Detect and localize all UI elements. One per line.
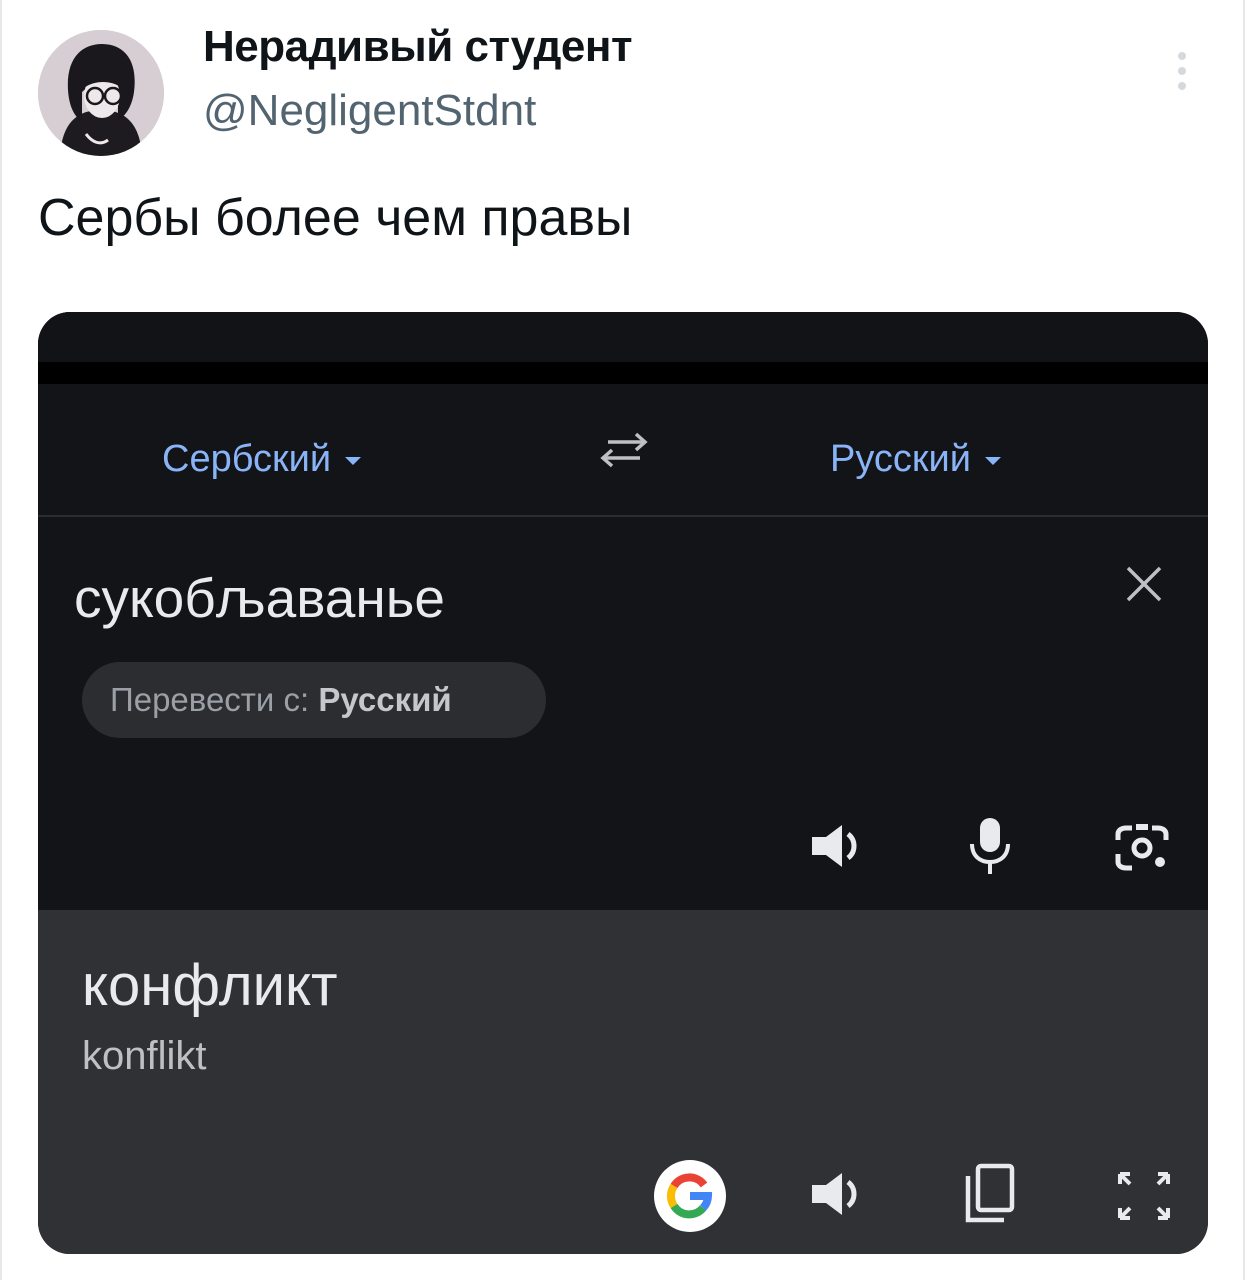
fullscreen-icon[interactable] xyxy=(1114,1170,1174,1222)
avatar[interactable] xyxy=(38,30,164,156)
google-search-button[interactable] xyxy=(654,1160,726,1232)
close-icon[interactable] xyxy=(1122,562,1166,606)
tweet-text: Сербы более чем правы xyxy=(38,189,633,247)
source-language-selector[interactable]: Сербский xyxy=(162,438,362,481)
chevron-down-icon xyxy=(345,456,362,465)
source-language-label: Сербский xyxy=(162,438,332,480)
target-language-label: Русский xyxy=(830,438,971,480)
divider xyxy=(38,515,1208,517)
detect-language: Русский xyxy=(318,681,452,718)
avatar-illustration xyxy=(38,30,164,156)
translation-result: конфликт xyxy=(82,953,338,1018)
author-name[interactable]: Нерадивый студент xyxy=(203,22,633,72)
speaker-icon[interactable] xyxy=(810,1170,866,1218)
author-handle[interactable]: @NegligentStdnt xyxy=(203,86,536,136)
more-icon[interactable] xyxy=(1170,46,1194,96)
speaker-icon[interactable] xyxy=(810,822,866,870)
source-input[interactable]: сукобљаванье xyxy=(74,566,445,630)
microphone-icon[interactable] xyxy=(968,816,1012,876)
black-bar xyxy=(38,362,1208,384)
status-bar xyxy=(38,312,1208,362)
google-logo-icon xyxy=(666,1173,713,1219)
chevron-down-icon xyxy=(985,456,1001,465)
copy-icon[interactable] xyxy=(962,1162,1018,1226)
detect-language-chip[interactable]: Перевести с: Русский xyxy=(82,662,546,738)
transliteration: konflikt xyxy=(82,1034,207,1078)
target-language-selector[interactable]: Русский xyxy=(830,438,1001,481)
translate-screenshot[interactable]: Сербский Русский сукобљаванье Перевести … xyxy=(38,312,1208,1254)
left-edge xyxy=(0,0,2,1280)
swap-languages-icon[interactable] xyxy=(594,428,654,472)
lens-camera-icon[interactable] xyxy=(1114,822,1170,874)
detect-prefix: Перевести с: xyxy=(110,681,310,718)
